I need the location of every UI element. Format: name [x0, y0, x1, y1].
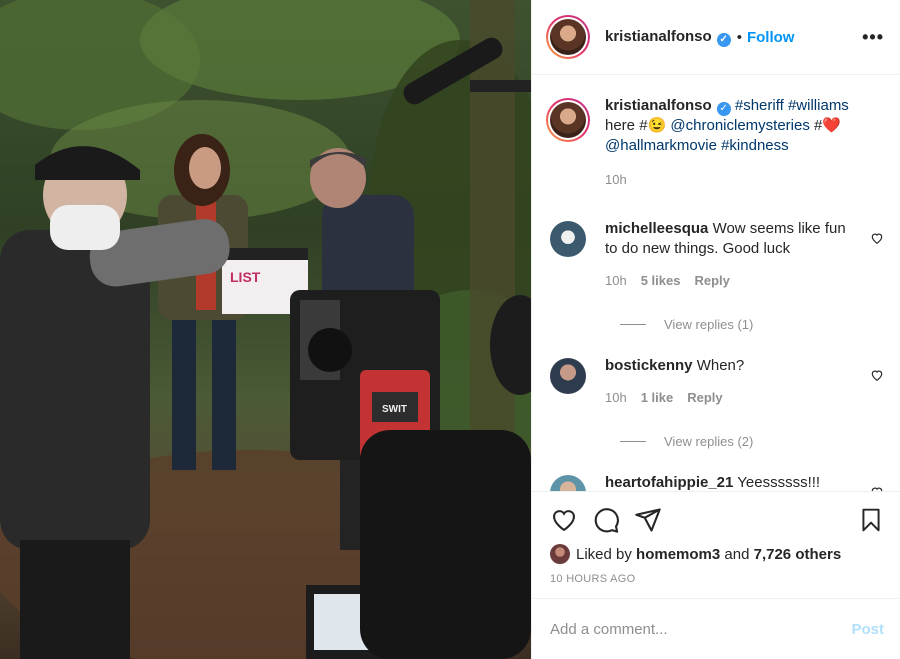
post-caption: kristianalfonso ✓ #sheriff #williams here… — [546, 96, 884, 187]
comment-likes[interactable]: 1 like — [641, 388, 674, 408]
hashtag-link[interactable]: #kindness — [721, 137, 789, 154]
post-comment-button[interactable]: Post — [851, 621, 884, 638]
liker-username[interactable]: homemom3 — [636, 546, 720, 563]
caption-text: kristianalfonso ✓ #sheriff #williams here… — [605, 96, 875, 156]
comment-meta: 10h 5 likes Reply — [605, 271, 855, 291]
action-icons — [550, 506, 884, 534]
comment-item: michelleesqua Wow seems like fun to do n… — [546, 219, 884, 291]
post-timestamp[interactable]: 10 HOURS AGO — [550, 573, 884, 585]
more-options-icon[interactable]: ••• — [862, 27, 884, 48]
comment-text: When? — [696, 357, 745, 374]
post-photo[interactable]: LIST SWIT — [0, 0, 531, 659]
view-replies-label: View replies (2) — [664, 434, 754, 449]
view-replies-label: View replies (1) — [664, 317, 754, 332]
add-comment-bar: Post — [532, 598, 900, 659]
heart-emoji-icon: ❤️ — [822, 117, 842, 134]
mention-link[interactable]: @hallmarkmovie — [605, 137, 717, 154]
replies-divider — [620, 441, 646, 442]
commenter-avatar[interactable] — [550, 475, 586, 491]
comment-text: Yeessssss!!! — [737, 474, 821, 491]
caption-time: 10h — [605, 172, 627, 187]
commenter-avatar[interactable] — [550, 221, 586, 257]
replies-divider — [620, 324, 646, 325]
separator-dot: • — [736, 28, 742, 46]
post-side-panel: kristianalfonso ✓ • Follow ••• kristianal… — [531, 0, 900, 659]
comments-list[interactable]: kristianalfonso ✓ #sheriff #williams here… — [532, 76, 900, 491]
view-replies-button[interactable]: View replies (2) — [620, 434, 884, 449]
like-comment-heart-icon[interactable] — [870, 368, 884, 382]
svg-text:SWIT: SWIT — [382, 404, 407, 415]
author-avatar[interactable] — [546, 15, 590, 59]
reply-button[interactable]: Reply — [687, 388, 722, 408]
share-paper-plane-icon[interactable] — [634, 506, 662, 534]
comment-username[interactable]: michelleesqua — [605, 220, 708, 237]
hashtag-link[interactable]: #sheriff — [735, 97, 784, 114]
comment-likes[interactable]: 5 likes — [641, 271, 681, 291]
author-username[interactable]: kristianalfonso ✓ — [605, 28, 731, 47]
caption-word: here # — [605, 117, 648, 134]
verified-icon: ✓ — [716, 102, 731, 116]
wink-emoji-icon: 😉 — [647, 117, 667, 134]
comment-item: bostickenny When? 10h 1 like Reply — [546, 356, 884, 408]
svg-text:LIST: LIST — [230, 269, 261, 285]
comment-time: 10h — [605, 273, 627, 288]
verified-icon: ✓ — [716, 32, 731, 47]
comment-item: heartofahippie_21 Yeessssss!!! — [546, 473, 884, 491]
liked-by-row: Liked by homemom3 and 7,726 others — [550, 544, 884, 564]
mention-link[interactable]: @chroniclemysteries — [670, 117, 809, 134]
like-comment-heart-icon[interactable] — [870, 231, 884, 245]
follow-button[interactable]: Follow — [747, 29, 795, 46]
post-actions: Liked by homemom3 and 7,726 others 10 HO… — [532, 491, 900, 585]
comment-time: 10h — [605, 390, 627, 405]
comment-meta: 10h 1 like Reply — [605, 388, 855, 408]
save-bookmark-icon[interactable] — [858, 506, 884, 534]
liked-by-and: and — [724, 545, 750, 563]
comment-username[interactable]: bostickenny — [605, 357, 693, 374]
caption-avatar[interactable] — [546, 98, 590, 142]
photo-scene: LIST SWIT — [0, 0, 531, 659]
like-heart-icon[interactable] — [550, 506, 578, 534]
view-replies-button[interactable]: View replies (1) — [620, 317, 884, 332]
post-header: kristianalfonso ✓ • Follow ••• — [532, 0, 900, 75]
comment-bubble-icon[interactable] — [592, 506, 620, 534]
hashtag-link[interactable]: #williams — [788, 97, 849, 114]
liked-by-prefix: Liked by — [576, 545, 632, 563]
commenter-avatar[interactable] — [550, 358, 586, 394]
comment-username[interactable]: heartofahippie_21 — [605, 474, 733, 491]
liker-avatar[interactable] — [550, 544, 570, 564]
comment-input[interactable] — [550, 620, 852, 638]
likes-count-link[interactable]: 7,726 others — [754, 546, 842, 563]
reply-button[interactable]: Reply — [694, 271, 729, 291]
caption-username[interactable]: kristianalfonso — [605, 97, 712, 114]
